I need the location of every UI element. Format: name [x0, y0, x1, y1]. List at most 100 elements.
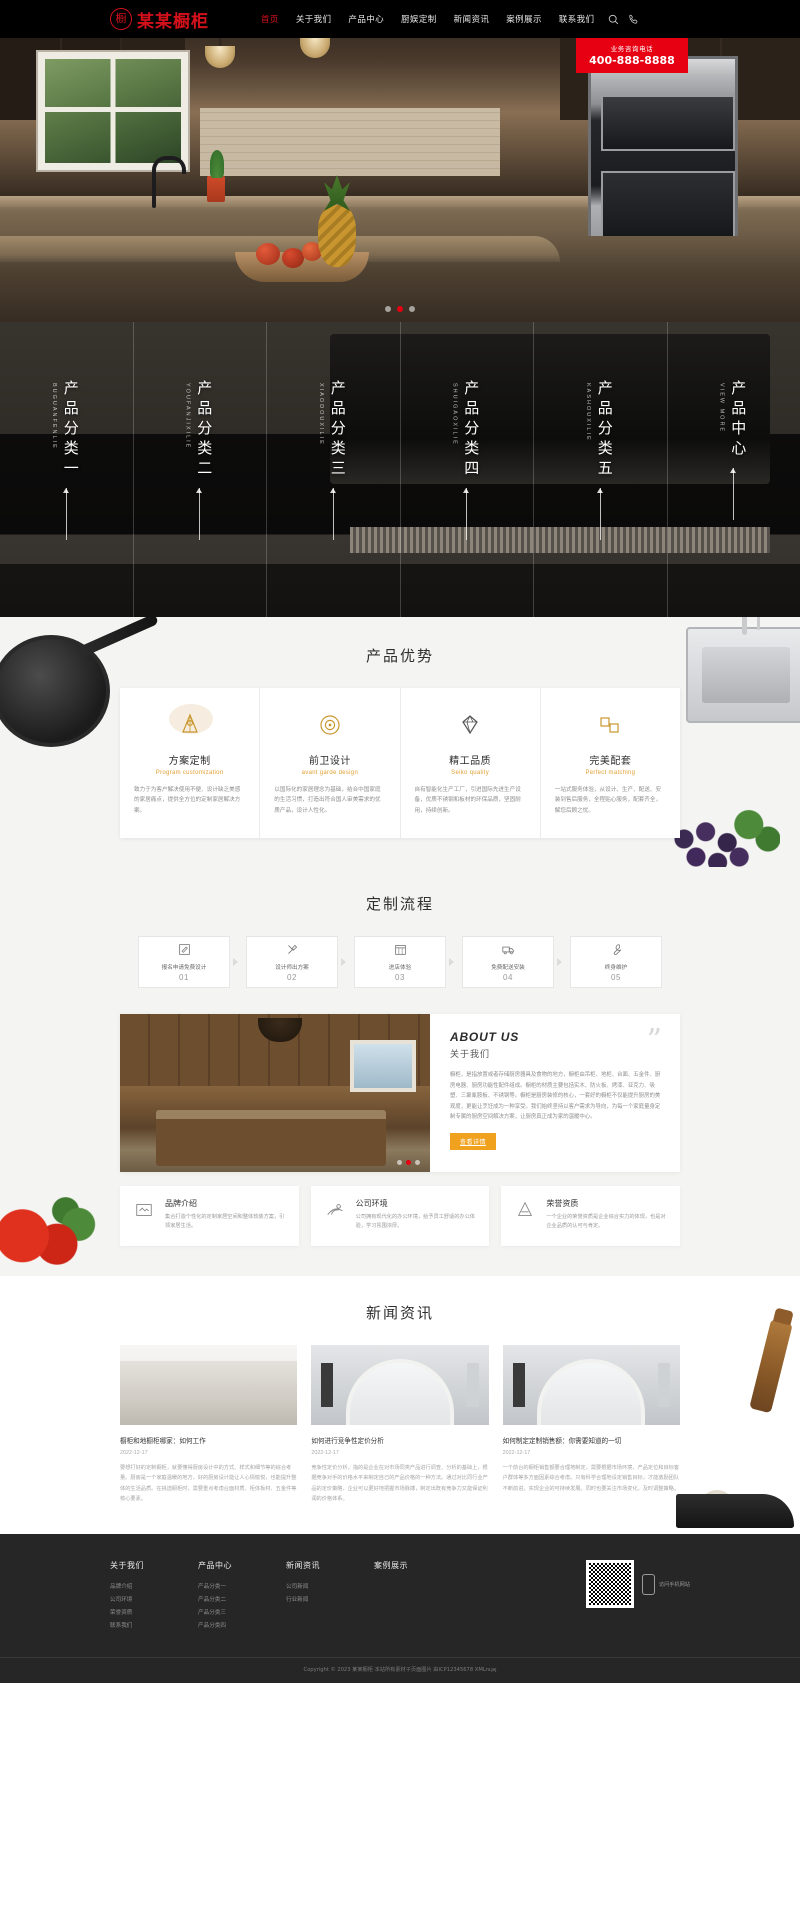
news-card-3[interactable]: 如何制定定制销售额：你需要知道的一切 2022-12-17 一个前台的橱柜销售额…: [502, 1344, 680, 1505]
footer-link[interactable]: 产品分类二: [198, 1594, 272, 1607]
category-label-cn: 产品分类一: [61, 380, 80, 480]
footer-col-products: 产品中心 产品分类一 产品分类二 产品分类三 产品分类四: [198, 1560, 272, 1632]
process-step-1[interactable]: 报名申请免费设计 01: [138, 936, 230, 988]
nav-item-custom[interactable]: 厨娱定制: [401, 13, 437, 25]
nav-item-contact[interactable]: 联系我们: [559, 13, 595, 25]
kitchen-window: [38, 52, 188, 170]
about-body-text: 橱柜，是指放置或者存储厨房器具及食物的地方，橱柜由吊柜、地柜、台面、五金件、厨房…: [450, 1072, 661, 1121]
advantages-section: 产品优势 方案定制 Program customization 致力于为客户解决…: [0, 617, 800, 867]
brand-icon: [132, 1198, 156, 1222]
footer-link[interactable]: 公司环境: [110, 1594, 184, 1607]
quote-mark-icon: ”: [646, 1023, 662, 1058]
nav-item-about[interactable]: 关于我们: [296, 13, 332, 25]
category-band: 产品分类一 BUGUANFENLIE 产品分类二 YOUFANJIXILIE 产…: [0, 322, 800, 617]
process-step-5[interactable]: 终身维护 05: [570, 936, 662, 988]
about-dot-2[interactable]: [406, 1160, 411, 1165]
footer-link[interactable]: 产品分类三: [198, 1607, 272, 1620]
advantage-title: 精工品质: [449, 756, 492, 767]
advantage-card-1[interactable]: 方案定制 Program customization 致力于为客户解决使用不便、…: [120, 688, 261, 839]
process-step-4[interactable]: 免费配送安装 04: [462, 936, 554, 988]
hero-slider-dots[interactable]: [0, 306, 800, 312]
about-dot-1[interactable]: [397, 1160, 402, 1165]
advantage-subtitle: Program customization: [155, 770, 224, 776]
advantage-subtitle: avant garde design: [301, 770, 359, 776]
category-label-py: KASHOUXILIE: [584, 383, 591, 442]
diamond-quality-icon: [453, 708, 487, 742]
search-icon[interactable]: [608, 14, 619, 25]
category-item-5[interactable]: 产品分类五 KASHOUXILIE: [534, 322, 668, 617]
news-item-title: 橱柜和地橱柜哪家：如何工作: [120, 1436, 206, 1445]
advantage-title: 前卫设计: [308, 756, 351, 767]
perfect-match-icon: [593, 708, 627, 742]
phone-icon[interactable]: [628, 14, 639, 25]
about-text: ” ABOUT US 关于我们 橱柜，是指放置或者存储厨房器具及食物的地方，橱柜…: [430, 1014, 680, 1172]
qr-caption-block: 访问手机网站: [641, 1573, 690, 1595]
footer-col-news: 新闻资讯 公司新闻 行业新闻: [286, 1560, 360, 1607]
advantages-cards: 方案定制 Program customization 致力于为客户解决使用不便、…: [120, 688, 680, 839]
footer-col-cases: 案例展示: [374, 1560, 448, 1581]
advantage-card-4[interactable]: 完美配套 Perfect matching 一站式服务体验，从设计、生产、配送、…: [541, 688, 680, 838]
feature-title: 荣誉资质: [546, 1199, 579, 1208]
nav-item-home[interactable]: 首页: [261, 13, 279, 25]
footer-link[interactable]: 荣誉资质: [110, 1607, 184, 1620]
about-detail-button[interactable]: 查看详情: [450, 1132, 497, 1150]
main-nav: 首页 关于我们 产品中心 厨娱定制 新闻资讯 案例展示 联系我们: [261, 13, 594, 25]
about-en-title: ABOUT US: [450, 1030, 520, 1044]
advantage-card-3[interactable]: 精工品质 Seiko quality 自有智能化生产工厂，引进国际先进生产设备，…: [401, 688, 541, 839]
footer-link[interactable]: 行业新闻: [286, 1594, 360, 1607]
news-list: 橱柜和地橱柜哪家：如何工作 2022-12-17 要想打好的定制橱柜，就要懂得厨…: [120, 1344, 680, 1505]
about-features: 品牌介绍 集合打造个性化的定制家居空间和整体软装方案，引领家居生活。 公司环境 …: [120, 1186, 681, 1246]
feature-desc: 集合打造个性化的定制家居空间和整体软装方案，引领家居生活。: [165, 1214, 285, 1230]
hero-dot-2[interactable]: [397, 306, 403, 312]
about-kitchen-image[interactable]: [120, 1014, 430, 1172]
tools-icon: [286, 943, 299, 959]
footer-link[interactable]: 公司新闻: [286, 1581, 360, 1594]
footer-link[interactable]: 产品分类四: [198, 1620, 272, 1633]
news-thumbnail: [502, 1344, 680, 1425]
category-item-1[interactable]: 产品分类一 BUGUANFENLIE: [0, 322, 134, 617]
category-item-3[interactable]: 产品分类三 XIAODOUXILIE: [267, 322, 401, 617]
logo-mark-icon: 橱: [110, 8, 132, 30]
footer-link[interactable]: 品牌介绍: [110, 1581, 184, 1594]
footer-link[interactable]: 联系我们: [110, 1620, 184, 1633]
phone-consult-box[interactable]: 业务咨询电话 400-888-8888: [576, 38, 688, 73]
advantage-desc: 致力于为客户解决使用不便、设计缺乏美感的家居痛点，提供全方位的定制家居解决方案。: [134, 787, 241, 814]
about-dot-3[interactable]: [415, 1160, 420, 1165]
category-arrow-icon: [463, 488, 470, 540]
category-label-cn: 产品中心: [729, 380, 748, 460]
footer-heading: 关于我们: [110, 1561, 144, 1571]
qr-code-image: [585, 1560, 634, 1609]
site-logo[interactable]: 橱 某某橱柜: [110, 7, 209, 32]
news-item-date: 2022-12-17: [311, 1449, 339, 1456]
advantage-desc: 自有智能化生产工厂，引进国际先进生产设备，优质不锈钢和板材的环保品质，坚固耐用，…: [414, 787, 521, 814]
nav-item-products[interactable]: 产品中心: [348, 13, 384, 25]
news-thumbnail: [120, 1344, 298, 1425]
process-step-3[interactable]: 进店体验 03: [354, 936, 446, 988]
footer-qr-block: 访问手机网站: [585, 1560, 690, 1609]
process-step-number: 02: [287, 972, 297, 982]
footer-link[interactable]: 产品分类一: [198, 1581, 272, 1594]
process-step-label: 终身维护: [604, 964, 628, 971]
news-card-2[interactable]: 如何进行竞争性定价分析 2022-12-17 竞争性定价分析，指的是企业在对市场…: [311, 1344, 489, 1505]
category-label-py: YOUFANJIXILIE: [184, 383, 191, 450]
process-step-number: 01: [179, 972, 189, 982]
category-arrow-icon: [329, 488, 336, 540]
process-step-2[interactable]: 设计师出方案 02: [246, 936, 338, 988]
advantage-card-2[interactable]: 前卫设计 avant garde design 以国际化的家居理念为基础，结合中…: [260, 688, 401, 839]
feature-company[interactable]: 公司环境 公司拥有现代化的办公环境，给予员工舒适的办公体验，学习氛围浓厚。: [310, 1186, 490, 1246]
category-item-view-more[interactable]: 产品中心 VIEW MORE: [668, 322, 800, 617]
news-card-1[interactable]: 橱柜和地橱柜哪家：如何工作 2022-12-17 要想打好的定制橱柜，就要懂得厨…: [120, 1344, 298, 1505]
about-slider-dots[interactable]: [397, 1160, 420, 1165]
nav-item-cases[interactable]: 案例展示: [506, 13, 542, 25]
category-item-2[interactable]: 产品分类二 YOUFANJIXILIE: [134, 322, 267, 617]
feature-honor[interactable]: 荣誉资质 一个企业的荣誉资质是企业综合实力的体现，也是对企业品质的认可与肯定。: [501, 1186, 681, 1246]
hero-dot-3[interactable]: [409, 306, 415, 312]
nav-item-news[interactable]: 新闻资讯: [454, 13, 490, 25]
hero-dot-1[interactable]: [385, 306, 391, 312]
process-step-label: 进店体验: [388, 964, 412, 971]
feature-brand[interactable]: 品牌介绍 集合打造个性化的定制家居空间和整体软装方案，引领家居生活。: [120, 1186, 299, 1246]
advantage-subtitle: Perfect matching: [585, 770, 636, 776]
footer-bottom-bar: Copyright © 2023 某某橱柜 本站所有素材子页面图片 由ICP12…: [0, 1656, 800, 1683]
advantage-title: 完美配套: [589, 756, 632, 767]
category-item-4[interactable]: 产品分类四 SHUIGAOXILIE: [401, 322, 534, 617]
